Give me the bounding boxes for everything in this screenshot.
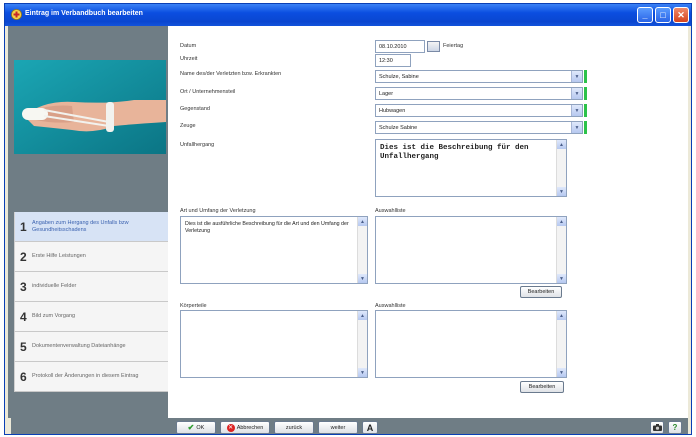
- scroll-down-icon[interactable]: ▼: [557, 274, 566, 283]
- injured-label: Name des/der Verletzten bzw. Erkrankten: [180, 71, 282, 77]
- date-field[interactable]: 08.10.2010: [375, 40, 425, 53]
- next-button[interactable]: weiter: [318, 421, 358, 434]
- location-select[interactable]: Lager ▼: [375, 87, 583, 100]
- chevron-down-icon[interactable]: ▼: [571, 71, 582, 82]
- cancel-button[interactable]: ✕ Abbrechen: [220, 421, 270, 434]
- injury-label: Art und Umfang der Verletzung: [180, 208, 256, 214]
- scroll-up-icon[interactable]: ▲: [557, 311, 566, 320]
- scroll-up-icon[interactable]: ▲: [358, 217, 367, 226]
- step-number: 4: [20, 309, 27, 324]
- bandaged-hand-image: [14, 60, 166, 154]
- location-label: Ort / Unternehmensteil: [180, 89, 236, 95]
- step-label: Protokoll der Änderungen in diesem Eintr…: [32, 373, 139, 379]
- witness-label: Zeuge: [180, 123, 196, 129]
- cancel-label: Abbrechen: [236, 424, 264, 431]
- required-marker: [584, 121, 587, 134]
- close-button[interactable]: ✕: [673, 7, 689, 23]
- body-list-label: Auswahlliste: [375, 303, 406, 309]
- object-label: Gegenstand: [180, 106, 210, 112]
- required-marker: [584, 87, 587, 100]
- time-label: Uhrzeit: [180, 56, 198, 62]
- cancel-icon: ✕: [226, 423, 235, 432]
- injury-list[interactable]: ▲ ▼: [375, 216, 567, 284]
- required-marker: [584, 70, 587, 83]
- window-title: Eintrag im Verbandbuch bearbeiten: [25, 10, 143, 17]
- form-area: Datum 08.10.2010 Feiertag Uhrzeit 12:30 …: [168, 26, 688, 418]
- step-5[interactable]: 5 Dokumentenverwaltung Dateianhänge: [14, 332, 168, 362]
- date-label: Datum: [180, 43, 197, 49]
- scroll-down-icon[interactable]: ▼: [557, 187, 566, 196]
- title-bar[interactable]: Eintrag im Verbandbuch bearbeiten _ □ ✕: [5, 4, 691, 26]
- step-label: Angaben zum Hergang des Unfalls bzw Gesu…: [32, 219, 129, 233]
- scroll-up-icon[interactable]: ▲: [557, 217, 566, 226]
- scroll-down-icon[interactable]: ▼: [557, 368, 566, 377]
- ok-button[interactable]: ✔ OK: [176, 421, 216, 434]
- chevron-down-icon[interactable]: ▼: [571, 105, 582, 116]
- injured-select[interactable]: Schulze, Sabine ▼: [375, 70, 583, 83]
- scrollbar[interactable]: ▲ ▼: [357, 311, 367, 377]
- witness-value: Schulze Sabine: [379, 124, 418, 131]
- chevron-down-icon[interactable]: ▼: [571, 122, 582, 133]
- scrollbar[interactable]: ▲ ▼: [556, 311, 566, 377]
- scrollbar[interactable]: ▲ ▼: [556, 217, 566, 283]
- injury-textarea[interactable]: Dies ist die ausführliche Beschreibung f…: [180, 216, 368, 284]
- body-list[interactable]: ▲ ▼: [375, 310, 567, 378]
- help-icon[interactable]: ?: [668, 421, 682, 434]
- left-bottom-bar: [11, 418, 168, 434]
- required-marker: [584, 104, 587, 117]
- step-number: 5: [20, 339, 27, 354]
- font-button[interactable]: A: [362, 421, 378, 434]
- camera-icon[interactable]: [650, 421, 664, 434]
- step-number: 2: [20, 249, 27, 264]
- location-value: Lager: [379, 90, 394, 97]
- maximize-button[interactable]: □: [655, 7, 671, 23]
- holiday-label: Feiertag: [443, 43, 464, 49]
- object-select[interactable]: Hubwagen ▼: [375, 104, 583, 117]
- step-label: individuelle Felder: [32, 283, 77, 289]
- calendar-icon[interactable]: [427, 41, 440, 52]
- step-label: Erste Hilfe Leistungen: [32, 253, 86, 259]
- object-value: Hubwagen: [379, 107, 406, 114]
- bottom-toolbar: ✔ OK ✕ Abbrechen zurück weiter A ?: [168, 418, 688, 434]
- body-edit-button[interactable]: Bearbeiten: [520, 381, 564, 393]
- injury-list-label: Auswahlliste: [375, 208, 406, 214]
- step-3[interactable]: 3 individuelle Felder: [14, 272, 168, 302]
- ok-label: OK: [196, 424, 205, 431]
- check-icon: ✔: [187, 423, 195, 432]
- scrollbar[interactable]: ▲ ▼: [556, 140, 566, 196]
- step-number: 3: [20, 279, 27, 294]
- camera-glyph: [652, 424, 662, 431]
- witness-select[interactable]: Schulze Sabine ▼: [375, 121, 583, 134]
- step-number: 1: [20, 219, 27, 234]
- dialog-window: Eintrag im Verbandbuch bearbeiten _ □ ✕: [4, 3, 692, 435]
- scrollbar[interactable]: ▲ ▼: [357, 217, 367, 283]
- step-label: Bild zum Vorgang: [32, 313, 76, 319]
- injured-value: Schulze, Sabine: [379, 73, 419, 80]
- step-1[interactable]: 1 Angaben zum Hergang des Unfalls bzw Ge…: [14, 212, 168, 242]
- accident-text: Dies ist die Beschreibung für den Unfall…: [380, 144, 529, 161]
- scroll-up-icon[interactable]: ▲: [358, 311, 367, 320]
- body-textarea[interactable]: ▲ ▼: [180, 310, 368, 378]
- dialog-client: 1 Angaben zum Hergang des Unfalls bzw Ge…: [8, 26, 688, 434]
- injury-text: Dies ist die ausführliche Beschreibung f…: [185, 221, 349, 234]
- step-navigation: 1 Angaben zum Hergang des Unfalls bzw Ge…: [14, 212, 168, 392]
- scroll-up-icon[interactable]: ▲: [557, 140, 566, 149]
- back-button[interactable]: zurück: [274, 421, 314, 434]
- app-icon: [11, 9, 22, 20]
- accident-textarea[interactable]: Dies ist die Beschreibung für den Unfall…: [375, 139, 567, 197]
- minimize-button[interactable]: _: [637, 7, 653, 23]
- left-panel: 1 Angaben zum Hergang des Unfalls bzw Ge…: [8, 26, 168, 418]
- time-field[interactable]: 12:30: [375, 54, 411, 67]
- step-6[interactable]: 6 Protokoll der Änderungen in diesem Ein…: [14, 362, 168, 392]
- body-label: Körperteile: [180, 303, 207, 309]
- step-label: Dokumentenverwaltung Dateianhänge: [32, 343, 126, 349]
- injury-edit-button[interactable]: Bearbeiten: [520, 286, 562, 298]
- accident-label: Unfallhergang: [180, 142, 215, 148]
- step-number: 6: [20, 369, 27, 384]
- scroll-down-icon[interactable]: ▼: [358, 368, 367, 377]
- scroll-down-icon[interactable]: ▼: [358, 274, 367, 283]
- chevron-down-icon[interactable]: ▼: [571, 88, 582, 99]
- step-2[interactable]: 2 Erste Hilfe Leistungen: [14, 242, 168, 272]
- step-4[interactable]: 4 Bild zum Vorgang: [14, 302, 168, 332]
